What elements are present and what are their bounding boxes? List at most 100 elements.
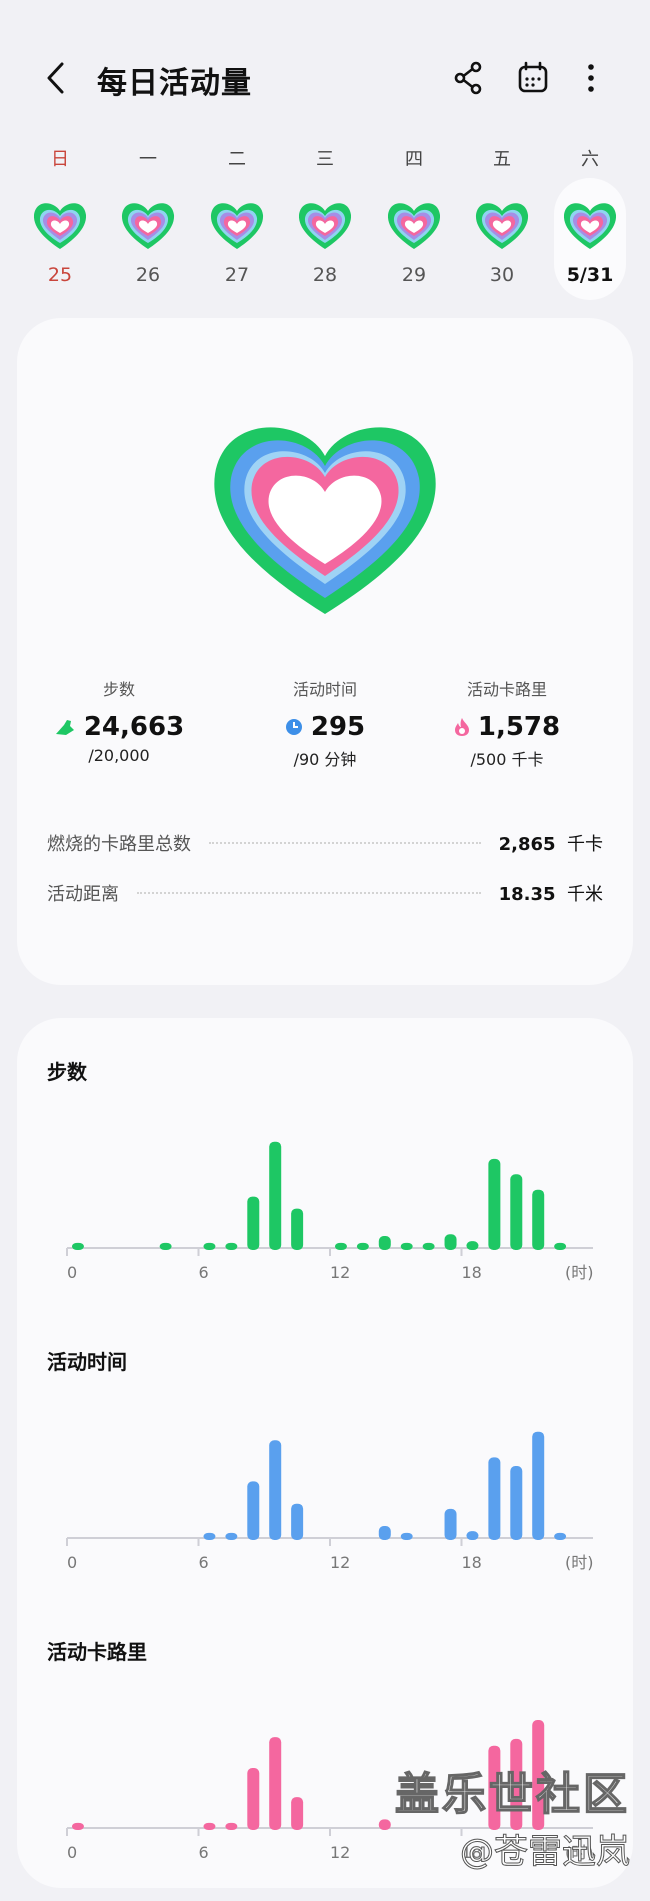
distance-unit: 千米 xyxy=(567,884,603,905)
bar-hour-18 xyxy=(466,1531,479,1540)
bar-hour-22 xyxy=(554,1242,567,1250)
active-calories-goal: /500 千卡 xyxy=(470,750,544,769)
day-item-sat[interactable]: 六 5/31 xyxy=(548,140,632,310)
active-time-goal: /90 分钟 xyxy=(293,750,357,769)
bar-hour-22 xyxy=(554,1532,567,1540)
tick-label: 6 xyxy=(199,1263,209,1282)
tick-label: 6 xyxy=(199,1553,209,1572)
tick-label: 12 xyxy=(330,1843,350,1862)
more-options-button[interactable] xyxy=(571,58,611,98)
bar-hour-7 xyxy=(225,1532,238,1540)
bar-hour-6 xyxy=(203,1242,216,1250)
week-selector: 日 25 一 26 二 27 三 28 四 29 五 30 六 5/31 xyxy=(0,140,650,310)
bar-hour-9 xyxy=(269,1737,282,1830)
back-button[interactable] xyxy=(40,58,74,98)
selected-day-highlight: 5/31 xyxy=(554,178,626,300)
total-burned-unit: 千卡 xyxy=(567,834,603,855)
bar-hour-19 xyxy=(488,1158,501,1250)
bar-hour-9 xyxy=(269,1440,282,1540)
active-time-label: 活动时间 xyxy=(292,680,357,699)
day-item-sun[interactable]: 日 25 xyxy=(18,140,102,310)
back-icon xyxy=(47,62,64,94)
bar-hour-0 xyxy=(71,1822,84,1830)
bar-hour-21 xyxy=(532,1431,545,1540)
day-date: 27 xyxy=(224,264,250,286)
bar-hour-14 xyxy=(378,1819,391,1830)
tick-label: 0 xyxy=(67,1263,77,1282)
top-app-bar: 每日活动量 xyxy=(0,0,650,150)
steps-chart: 0 6 12 18 (时) xyxy=(47,1118,617,1308)
day-date: 29 xyxy=(401,264,427,286)
bar-hour-8 xyxy=(247,1481,260,1540)
active-calories-label: 活动卡路里 xyxy=(466,680,547,699)
day-label: 四 xyxy=(405,149,423,170)
active-calories-stat: 活动卡路里 1,578 /500 千卡 xyxy=(407,676,607,770)
steps-bar-chart: 0 6 12 18 (时) xyxy=(66,1141,594,1282)
activity-heart-icon xyxy=(295,197,355,253)
bar-hour-17 xyxy=(444,1508,457,1540)
calories-chart-title: 活动卡路里 xyxy=(47,1640,147,1664)
share-button[interactable] xyxy=(449,58,489,98)
tick-label: 0 xyxy=(67,1553,77,1572)
steps-label: 步数 xyxy=(102,680,135,699)
bar-hour-6 xyxy=(203,1532,216,1540)
active-time-chart: 0 6 12 18 (时) xyxy=(47,1408,617,1598)
steps-goal: /20,000 xyxy=(88,746,150,765)
x-unit-label: (时) xyxy=(565,1263,594,1282)
calendar-button[interactable] xyxy=(513,58,553,98)
day-label: 六 xyxy=(581,149,599,170)
bar-hour-10 xyxy=(291,1208,304,1250)
day-label: 五 xyxy=(493,149,511,170)
day-item-wed[interactable]: 三 28 xyxy=(283,140,367,310)
bar-hour-20 xyxy=(510,1174,523,1250)
distance-value: 18.35 xyxy=(498,884,556,905)
active-time-stat: 活动时间 295 /90 分钟 xyxy=(225,676,425,770)
active-time-chart-title: 活动时间 xyxy=(47,1350,127,1374)
tick-label: 12 xyxy=(330,1263,350,1282)
day-item-tue[interactable]: 二 27 xyxy=(195,140,279,310)
tick-label: 18 xyxy=(462,1263,482,1282)
bar-hour-16 xyxy=(422,1242,435,1250)
day-label: 日 xyxy=(51,149,69,170)
more-icon xyxy=(588,64,594,92)
bar-hour-7 xyxy=(225,1242,238,1250)
bar-hour-15 xyxy=(400,1242,413,1250)
bar-hour-4 xyxy=(159,1242,172,1250)
day-date: 30 xyxy=(489,264,515,286)
tick-label: 6 xyxy=(199,1843,209,1862)
activity-heart-icon xyxy=(560,197,620,253)
bar-hour-6 xyxy=(203,1822,216,1830)
day-item-fri[interactable]: 五 30 xyxy=(460,140,544,310)
day-date: 26 xyxy=(135,264,161,286)
active-time-value: 295 xyxy=(310,712,366,742)
day-date: 25 xyxy=(47,264,73,286)
activity-heart-icon xyxy=(384,197,444,253)
tick-label: 12 xyxy=(330,1553,350,1572)
bar-hour-20 xyxy=(510,1466,523,1540)
calendar-icon xyxy=(518,61,548,93)
bar-hour-8 xyxy=(247,1768,260,1830)
activity-heart-icon xyxy=(214,427,436,614)
bar-hour-19 xyxy=(488,1457,501,1540)
active-calories-value: 1,578 xyxy=(477,712,561,742)
bar-hour-21 xyxy=(532,1189,545,1250)
day-item-mon[interactable]: 一 26 xyxy=(106,140,190,310)
total-burned-row: 燃烧的卡路里总数 2,865 千卡 xyxy=(47,828,603,858)
day-date: 28 xyxy=(312,264,338,286)
active-time-bar-chart: 0 6 12 18 (时) xyxy=(66,1431,594,1572)
clock-icon xyxy=(285,719,302,735)
day-item-thu[interactable]: 四 29 xyxy=(372,140,456,310)
day-label: 三 xyxy=(316,149,334,170)
share-icon xyxy=(454,61,482,95)
watermark: 盖乐世社区 @苍雷迅岚 xyxy=(394,1758,630,1873)
page-title: 每日活动量 xyxy=(97,66,252,101)
bar-hour-13 xyxy=(356,1242,369,1250)
bar-hour-14 xyxy=(378,1526,391,1540)
bar-hour-12 xyxy=(334,1242,347,1250)
daily-summary-card: 步数 24,663 /20,000 活动时间 295 /90 分钟 活动卡路里 xyxy=(17,318,633,985)
bar-hour-14 xyxy=(378,1236,391,1250)
bar-hour-8 xyxy=(247,1196,260,1250)
bar-hour-10 xyxy=(291,1797,304,1830)
bar-hour-9 xyxy=(269,1141,282,1250)
bar-hour-15 xyxy=(400,1532,413,1540)
